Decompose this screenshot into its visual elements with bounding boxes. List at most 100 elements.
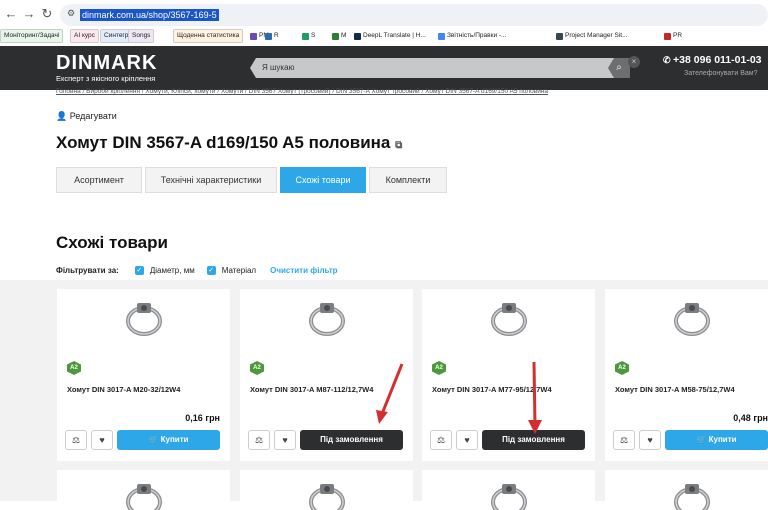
forward-icon[interactable]: →: [22, 6, 36, 21]
bookmark-item[interactable]: M: [332, 30, 346, 42]
compare-icon[interactable]: ⚖: [65, 430, 87, 450]
bookmark-label: AI курс: [70, 29, 99, 43]
buy-button-label: Купити: [708, 435, 737, 444]
tab-kits[interactable]: Комплекти: [369, 167, 447, 193]
product-image[interactable]: [306, 480, 348, 510]
callback-link[interactable]: Зателефонувати Вам?: [684, 70, 757, 77]
bookmark-icon: [302, 32, 309, 40]
annotation-arrow-1: [376, 363, 404, 424]
tab-similar[interactable]: Схожі товари: [280, 167, 366, 193]
clear-search-icon[interactable]: ×: [628, 56, 640, 68]
product-card[interactable]: A2 Хомут DIN 3017-A M20-32/12W4 0,16 грн ⚖ ♥…: [57, 289, 230, 461]
product-card[interactable]: [57, 470, 230, 510]
product-image[interactable]: [123, 480, 165, 510]
search-input[interactable]: Я шукаю: [250, 58, 630, 78]
bookmark-item[interactable]: S: [302, 30, 315, 42]
annotation-arrow-2: [528, 361, 542, 434]
copy-icon[interactable]: ⧉: [395, 140, 402, 151]
heart-icon[interactable]: ♥: [639, 430, 661, 450]
bookmark-icon: [354, 32, 361, 40]
back-icon[interactable]: ←: [4, 6, 18, 21]
product-card[interactable]: [422, 470, 595, 510]
bookmark-item[interactable]: Моніторинг/Задачі: [0, 29, 64, 43]
bookmark-label: Звітність/Правки -...: [447, 32, 507, 39]
product-image[interactable]: [488, 480, 530, 510]
product-card[interactable]: A2 Хомут DIN 3017-A M58-75/12,7W4 0,48 грн…: [605, 289, 768, 461]
heart-icon[interactable]: ♥: [456, 430, 478, 450]
tab-specs[interactable]: Технічні характеристики: [145, 167, 277, 193]
site-info-icon[interactable]: ⚙: [67, 8, 75, 19]
bookmark-label: Моніторинг/Задачі: [0, 29, 64, 43]
bookmark-label: Щоденна статистика: [173, 29, 244, 43]
filter-diameter-label[interactable]: Діаметр, мм: [150, 266, 195, 275]
bookmark-label: R: [274, 32, 279, 39]
product-image[interactable]: [306, 299, 348, 341]
product-name[interactable]: Хомут DIN 3017-A M58-75/12,7W4: [615, 385, 735, 394]
bookmark-label: M: [341, 32, 347, 39]
product-image[interactable]: [671, 299, 713, 341]
product-price: 0,16 грн: [185, 413, 220, 423]
bookmark-icon: [332, 32, 339, 40]
phone-number[interactable]: ✆ +38 096 011-01-03: [663, 54, 762, 66]
bookmark-item[interactable]: Звітність/Правки -...: [438, 30, 506, 42]
url-text[interactable]: dinmark.com.ua/shop/3567-169-5: [80, 9, 219, 21]
bookmark-item[interactable]: R: [265, 30, 279, 42]
bookmark-item[interactable]: Songs: [128, 29, 155, 43]
bookmark-label: PR: [673, 32, 683, 39]
filter-bar: Фільтрувати за: ✓ Діаметр, мм ✓ Матеріал…: [56, 266, 338, 275]
product-image[interactable]: [488, 299, 530, 341]
material-badge: A2: [67, 361, 81, 375]
compare-icon[interactable]: ⚖: [248, 430, 270, 450]
clear-filter-link[interactable]: Очистити фільтр: [270, 266, 337, 275]
reload-icon[interactable]: ↻: [40, 6, 54, 22]
compare-icon[interactable]: ⚖: [430, 430, 452, 450]
buy-button[interactable]: Під замовлення: [300, 430, 403, 450]
edit-link[interactable]: 👤 Редагувати: [56, 111, 117, 122]
bookmark-label: Songs: [128, 29, 155, 43]
bookmark-item[interactable]: DeepL Translate | H...: [354, 30, 426, 42]
checkbox-diameter[interactable]: ✓: [134, 266, 144, 275]
cart-icon: 🛒: [148, 435, 161, 444]
heart-icon[interactable]: ♥: [274, 430, 296, 450]
product-card[interactable]: [240, 470, 413, 510]
buy-button[interactable]: 🛒 Купити: [665, 430, 768, 450]
bookmark-item[interactable]: PR: [664, 30, 682, 42]
material-badge: A2: [615, 361, 629, 375]
checkbox-material[interactable]: ✓: [206, 266, 216, 275]
compare-icon[interactable]: ⚖: [613, 430, 635, 450]
tagline: Експерт з якісного кріплення: [56, 74, 156, 83]
product-card[interactable]: A2 Хомут DIN 3017-A M77-95/12,7W4 ⚖ ♥ Під за…: [422, 289, 595, 461]
material-badge: A2: [432, 361, 446, 375]
product-name[interactable]: Хомут DIN 3017-A M87-112/12,7W4: [250, 385, 373, 394]
search-placeholder: Я шукаю: [262, 63, 295, 72]
browser-chrome: ← → ↻ ⚙ dinmark.com.ua/shop/3567-169-5 М…: [0, 0, 768, 46]
bookmark-label: DeepL Translate | H...: [363, 32, 426, 39]
heart-icon[interactable]: ♥: [91, 430, 113, 450]
product-card[interactable]: [605, 470, 768, 510]
buy-button[interactable]: 🛒 Купити: [117, 430, 220, 450]
buy-button-label: Під замовлення: [502, 435, 565, 444]
buy-button-label: Купити: [160, 435, 189, 444]
product-image[interactable]: [123, 299, 165, 341]
bookmark-icon: [664, 32, 671, 40]
product-price: 0,48 грн: [733, 413, 768, 423]
buy-button-label: Під замовлення: [320, 435, 383, 444]
product-image[interactable]: [671, 480, 713, 510]
material-badge: A2: [250, 361, 264, 375]
bookmark-icon: [265, 32, 272, 40]
breadcrumb[interactable]: Головна / Вироби кріплення / Хомути, Клі…: [56, 88, 548, 95]
filter-material-label[interactable]: Матеріал: [222, 266, 256, 275]
tab-assortment[interactable]: Асортимент: [56, 167, 142, 193]
bookmark-item[interactable]: Project Manager Sit...: [556, 30, 628, 42]
bookmark-icon: [250, 32, 257, 40]
cart-icon: 🛒: [696, 435, 709, 444]
bookmark-item[interactable]: AI курс: [70, 29, 99, 43]
logo[interactable]: DINMARK: [56, 52, 157, 75]
page-title: Хомут DIN 3567-A d169/150 A5 половина ⧉: [56, 133, 403, 152]
bookmark-icon: [438, 32, 445, 40]
site-header: DINMARK Експерт з якісного кріплення Я ш…: [0, 46, 768, 90]
address-bar[interactable]: ⚙ dinmark.com.ua/shop/3567-169-5: [60, 4, 768, 26]
bookmark-label: Project Manager Sit...: [565, 32, 628, 39]
bookmark-item[interactable]: Щоденна статистика: [173, 29, 244, 43]
product-name[interactable]: Хомут DIN 3017-A M20-32/12W4: [67, 385, 180, 394]
